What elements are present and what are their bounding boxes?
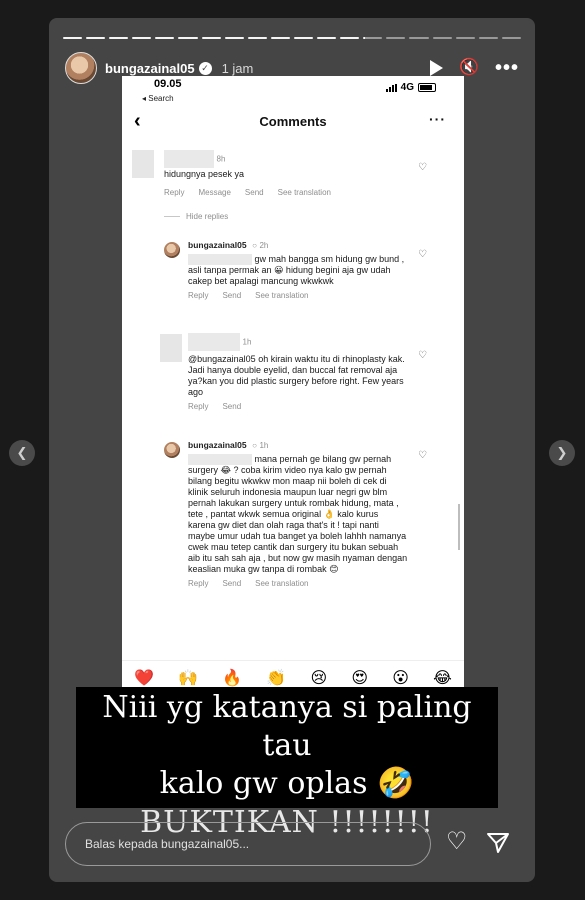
caption-line-1: Niii yg katanya si paling tau — [102, 690, 472, 763]
blurred-username — [164, 150, 214, 168]
story-progress-bars — [63, 37, 521, 39]
send-action: Send — [222, 291, 242, 301]
heart-icon: ♡ — [418, 350, 427, 361]
scrollbar — [458, 504, 460, 550]
story-card[interactable]: bungazainal05 ✓ 1 jam 🔇 ••• 09.05 ◂ Sear… — [49, 18, 535, 882]
network-label: 4G — [400, 82, 414, 93]
send-icon[interactable] — [486, 831, 510, 855]
send-action: Send — [244, 188, 264, 197]
avatar — [164, 242, 180, 258]
status-back-label: ◂ Search — [142, 94, 174, 103]
verified-badge-icon: ✓ — [198, 61, 212, 75]
avatar[interactable] — [65, 52, 97, 84]
status-time: 09.05 — [154, 78, 182, 90]
comment: 8h hidungnya pesek ya Reply Message Send… — [164, 150, 404, 198]
heart-icon: ♡ — [418, 162, 427, 173]
reply-placeholder: Balas kepada bungazainal05... — [85, 837, 250, 851]
avatar — [164, 442, 180, 458]
comment-time: 1h — [242, 337, 252, 347]
reply-action: Reply — [188, 291, 209, 301]
story-viewer: ❮ ❯ bungazainal05 ✓ 1 jam 🔇 ••• 09.05 ◂ … — [0, 0, 585, 900]
emoji-clap: 👏 — [266, 669, 287, 687]
reply-action: Reply — [188, 402, 209, 411]
screenshot-image: 09.05 ◂ Search 4G ‹ Comments ··· 8h hidu… — [122, 76, 464, 700]
send-action: Send — [222, 402, 242, 411]
caption-line-2: kalo gw oplas 🤣 — [159, 766, 415, 801]
more-icon: ··· — [429, 111, 446, 127]
blurred-username — [188, 454, 252, 466]
comment: bungazainal05 ○ 1h mana pernah ge bilang… — [188, 440, 408, 589]
current-progress-segment — [363, 37, 383, 39]
mute-icon[interactable]: 🔇 — [459, 60, 479, 76]
comment-time: 2h — [259, 241, 269, 250]
emoji-fire: 🔥 — [222, 669, 243, 687]
next-story-arrow-icon[interactable]: ❯ — [549, 440, 575, 466]
comment-text: mana pernah ge bilang gw pernah surgery … — [188, 454, 408, 575]
status-icons: 4G — [385, 82, 436, 93]
blurred-avatar — [160, 334, 182, 362]
battery-icon — [418, 83, 436, 92]
comment-time: 8h — [216, 154, 226, 164]
message-action: Message — [198, 188, 231, 197]
comment-username: bungazainal05 — [188, 440, 247, 450]
comment: 1h @bungazainal05 oh kirain waktu itu di… — [188, 333, 408, 412]
blurred-username — [188, 333, 240, 351]
previous-story-arrow-icon[interactable]: ❮ — [9, 440, 35, 466]
emoji-heart-eyes: 😍 — [351, 669, 369, 687]
page-title: Comments — [259, 114, 327, 129]
comments-header: ‹ Comments ··· — [122, 108, 464, 136]
heart-icon: ♡ — [418, 249, 427, 260]
reply-action: Reply — [188, 579, 209, 589]
story-caption: Niii yg katanya si paling tau kalo gw op… — [76, 687, 498, 840]
signal-icon — [385, 83, 397, 92]
more-icon[interactable]: ••• — [495, 58, 519, 78]
comment-time: 1h — [259, 441, 269, 450]
reply-input[interactable]: Balas kepada bungazainal05... — [65, 822, 431, 866]
reply-action: Reply — [164, 188, 185, 197]
translation-action: See translation — [277, 188, 331, 197]
emoji-laugh: 😂 — [433, 669, 452, 687]
emoji-raised-hands: 🙌 — [178, 669, 199, 687]
blurred-username — [188, 254, 252, 266]
translation-action: See translation — [255, 291, 309, 301]
story-time: 1 jam — [221, 60, 254, 76]
story-username[interactable]: bungazainal05 — [105, 61, 195, 76]
comment-text: hidungnya pesek ya — [164, 169, 245, 179]
emoji-surprised: 😮 — [392, 669, 409, 687]
comment-text: @bungazainal05 oh kirain waktu itu di rh… — [188, 354, 405, 397]
play-icon[interactable] — [430, 60, 444, 76]
heart-icon: ♡ — [418, 450, 427, 461]
blurred-avatar — [132, 150, 154, 178]
heart-icon[interactable]: ♡ — [446, 829, 468, 855]
send-action: Send — [222, 579, 242, 589]
translation-action: See translation — [255, 579, 309, 589]
comment: bungazainal05 ○ 2h gw mah bangga sm hidu… — [188, 240, 405, 301]
hide-replies: Hide replies — [164, 212, 228, 221]
emoji-cry: 😢 — [310, 669, 328, 687]
emoji-heart: ❤️ — [134, 669, 155, 687]
comment-username: bungazainal05 — [188, 240, 247, 250]
